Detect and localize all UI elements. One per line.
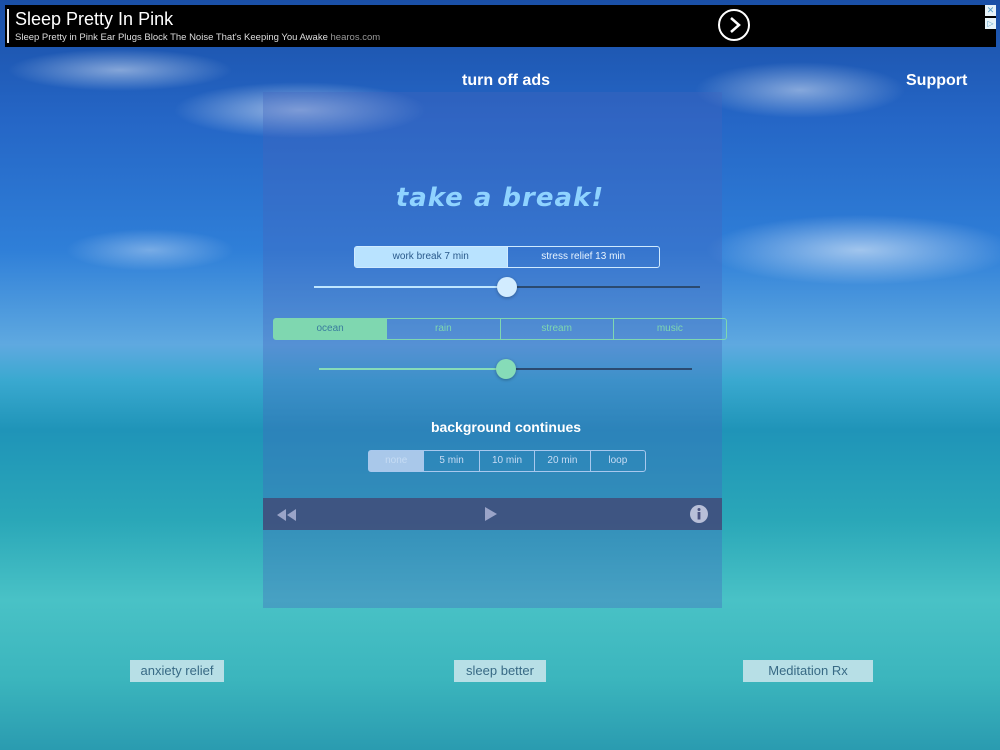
play-icon — [485, 507, 497, 521]
sleep-better-button[interactable]: sleep better — [454, 660, 546, 682]
turn-off-ads-link[interactable]: turn off ads — [462, 72, 550, 90]
support-link[interactable]: Support — [906, 72, 967, 90]
background-5-min[interactable]: 5 min — [423, 451, 478, 471]
background-loop[interactable]: loop — [589, 451, 645, 471]
ad-open-button[interactable] — [718, 9, 750, 41]
break-mode-work[interactable]: work break 7 min — [355, 247, 507, 267]
ad-domain: hearos.com — [330, 32, 381, 43]
main-panel — [263, 92, 722, 608]
volume-slider-track — [506, 368, 692, 370]
sound-selector: ocean rain stream music — [273, 318, 727, 340]
background-continues-label: background continues — [430, 419, 582, 435]
sound-music[interactable]: music — [612, 319, 726, 339]
ad-accent-bar — [7, 9, 9, 43]
play-button[interactable] — [485, 507, 497, 526]
ad-subtitle-text: Sleep Pretty in Pink Ear Plugs Block The… — [15, 32, 328, 43]
duration-slider-fill — [314, 286, 507, 288]
rewind-button[interactable] — [277, 508, 297, 526]
page-title: take a break! — [395, 183, 605, 213]
info-button[interactable] — [690, 505, 708, 528]
ad-info-icon[interactable]: ▷ — [985, 18, 996, 29]
duration-slider-thumb[interactable] — [497, 277, 517, 297]
ad-banner[interactable]: Sleep Pretty In Pink Sleep Pretty in Pin… — [5, 5, 996, 47]
sound-rain[interactable]: rain — [386, 319, 499, 339]
background-duration-selector: none 5 min 10 min 20 min loop — [368, 450, 646, 472]
background-20-min[interactable]: 20 min — [534, 451, 589, 471]
background-10-min[interactable]: 10 min — [478, 451, 534, 471]
break-mode-selector: work break 7 min stress relief 13 min — [354, 246, 660, 268]
background-none[interactable]: none — [369, 451, 424, 471]
volume-slider-fill — [319, 368, 506, 370]
anxiety-relief-button[interactable]: anxiety relief — [130, 660, 224, 682]
ad-close-icon[interactable]: ✕ — [985, 5, 996, 16]
duration-slider-track — [507, 286, 700, 288]
volume-slider[interactable] — [319, 359, 692, 379]
meditation-rx-button[interactable]: Meditation Rx — [743, 660, 873, 682]
ad-subtitle[interactable]: Sleep Pretty in Pink Ear Plugs Block The… — [15, 32, 380, 43]
duration-slider[interactable] — [314, 277, 700, 297]
ad-title[interactable]: Sleep Pretty In Pink — [15, 9, 173, 30]
rewind-icon — [277, 509, 296, 521]
volume-slider-thumb[interactable] — [496, 359, 516, 379]
info-icon — [690, 505, 708, 523]
sound-stream[interactable]: stream — [499, 319, 613, 339]
break-mode-stress[interactable]: stress relief 13 min — [506, 247, 660, 267]
sound-ocean[interactable]: ocean — [274, 319, 387, 339]
player-controls — [263, 498, 722, 530]
chevron-right-icon — [730, 17, 741, 33]
